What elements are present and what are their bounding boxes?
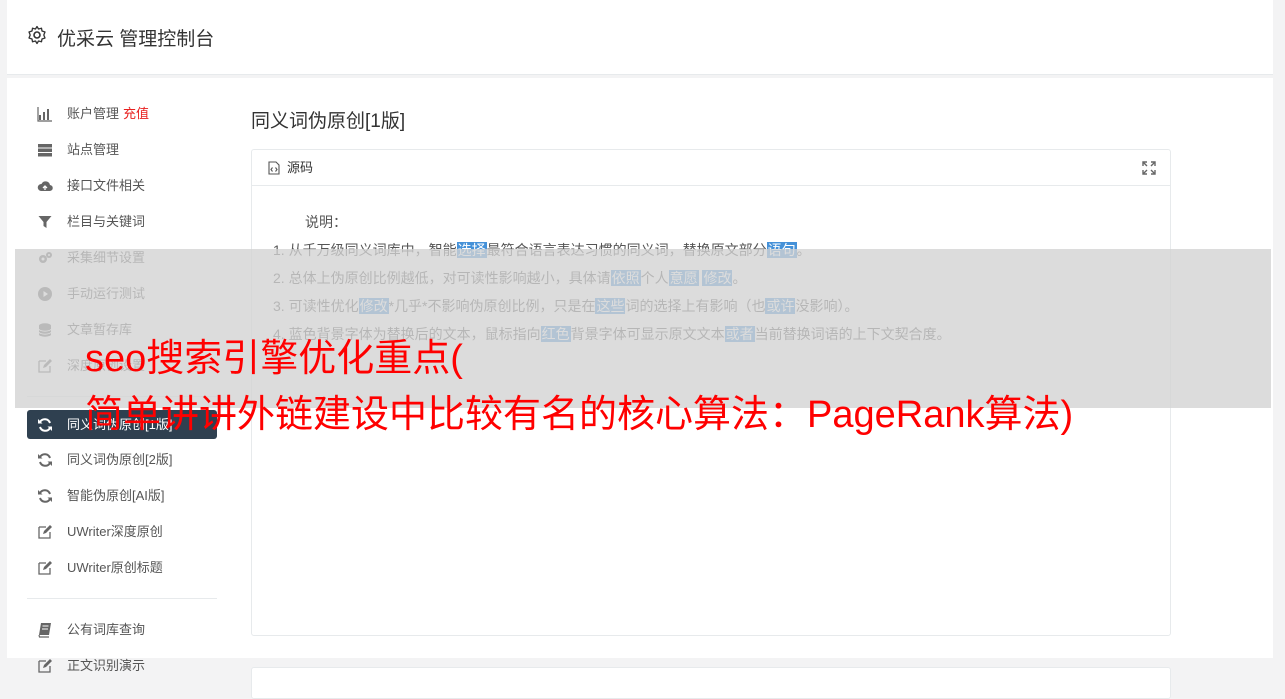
book-icon <box>38 623 51 638</box>
edit-icon <box>38 525 52 539</box>
overlay-line-2: 简单讲讲外链建设中比较有名的核心算法：PageRank算法) <box>85 394 1074 436</box>
sidebar-item-label: 智能伪原创[AI版] <box>67 488 165 503</box>
sidebar-item-items-0[interactable]: 账户管理 充值 <box>27 96 217 132</box>
sidebar-item-group2-3[interactable]: UWriter深度原创 <box>27 514 217 550</box>
sidebar-item-label: 正文识别演示 <box>67 658 146 673</box>
sidebar-divider <box>27 598 217 599</box>
expand-icon[interactable] <box>1142 161 1156 175</box>
server-icon <box>38 144 52 157</box>
sidebar-item-group2-4[interactable]: UWriter原创标题 <box>27 550 217 586</box>
sidebar-item-label: 接口文件相关 <box>67 178 146 193</box>
sidebar-item-label: UWriter深度原创 <box>67 524 163 539</box>
refresh-icon <box>38 489 52 503</box>
code-file-icon <box>268 161 280 175</box>
sidebar-item-group2-1[interactable]: 同义词伪原创[2版] <box>27 442 217 478</box>
panel-header: 源码 <box>252 150 1170 186</box>
refresh-icon <box>38 453 52 467</box>
panel-header-label: 源码 <box>287 160 314 175</box>
sidebar-item-label: 栏目与关键词 <box>67 214 146 229</box>
cloud-upload-icon <box>37 181 53 192</box>
recharge-link[interactable]: 充值 <box>123 106 149 121</box>
filter-icon <box>38 216 52 228</box>
top-bar: 优采云 管理控制台 <box>7 0 1273 75</box>
instructions-heading: 说明： <box>305 214 347 230</box>
sidebar-item-label: UWriter原创标题 <box>67 560 163 575</box>
edit-icon <box>38 561 52 575</box>
sidebar-item-label: 账户管理 <box>67 106 120 121</box>
sidebar-item-group3-1[interactable]: 正文识别演示 <box>27 648 217 684</box>
bar-chart-icon <box>37 107 52 122</box>
sidebar-item-label: 站点管理 <box>67 142 120 157</box>
sidebar-item-group3-0[interactable]: 公有词库查询 <box>27 612 217 648</box>
page-title: 同义词伪原创[1版] <box>251 111 406 132</box>
result-panel <box>251 667 1171 699</box>
overlay-line-1: seo搜索引擎优化重点( <box>85 338 463 380</box>
sidebar-item-group2-2[interactable]: 智能伪原创[AI版] <box>27 478 217 514</box>
app-title: 优采云 管理控制台 <box>57 29 215 50</box>
edit-icon <box>38 659 52 673</box>
gear-icon <box>28 25 46 45</box>
sidebar-item-label: 公有词库查询 <box>67 622 146 637</box>
refresh-icon <box>38 418 52 432</box>
sidebar-item-items-3[interactable]: 栏目与关键词 <box>27 204 217 240</box>
sidebar-item-items-1[interactable]: 站点管理 <box>27 132 217 168</box>
sidebar-item-items-2[interactable]: 接口文件相关 <box>27 168 217 204</box>
sidebar-item-label: 同义词伪原创[2版] <box>67 452 173 467</box>
